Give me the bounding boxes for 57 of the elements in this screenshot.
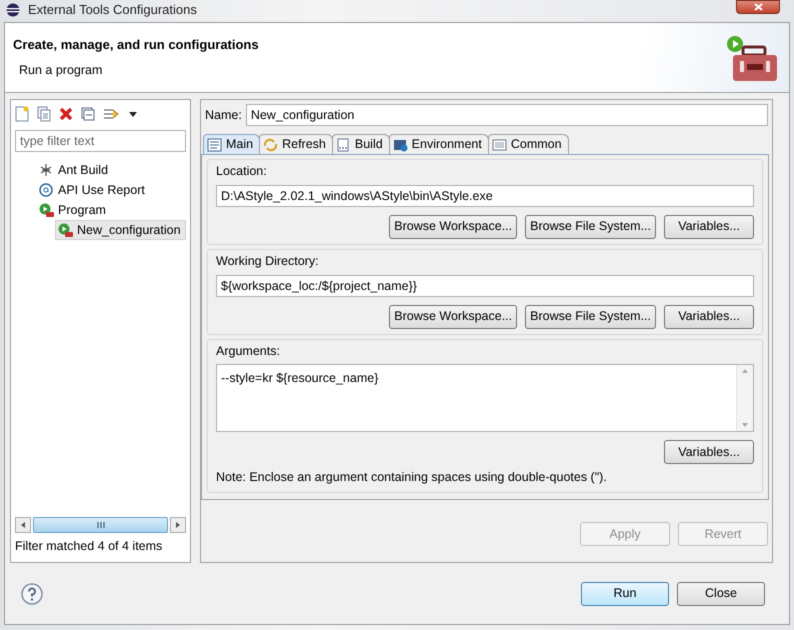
browse-button[interactable]: Browse File System... — [525, 304, 656, 328]
browse-button[interactable]: Browse Workspace... — [389, 304, 518, 328]
close-icon — [754, 3, 762, 11]
table-icon — [492, 138, 507, 152]
variables-button[interactable]: Variables... — [664, 304, 754, 328]
window-title: External Tools Configurations — [28, 1, 197, 20]
scroll-up-icon — [742, 369, 748, 374]
refresh-icon — [263, 138, 278, 152]
variables-button[interactable]: Variables... — [664, 214, 754, 239]
run-button[interactable]: Run — [581, 582, 669, 606]
scroll-left-icon — [21, 522, 25, 528]
browse-button[interactable]: Browse File System... — [525, 214, 656, 239]
help-icon — [21, 582, 43, 604]
ant-icon — [39, 163, 54, 177]
close-button[interactable]: Close — [677, 582, 765, 606]
note-text: Note: Enclose an argument containing spaces using double-quotes ("). — [216, 469, 608, 486]
document-icon — [207, 138, 222, 152]
variables-button[interactable]: Variables... — [664, 440, 754, 464]
name-field[interactable]: New_configuration — [246, 104, 768, 126]
tree-item[interactable]: Program — [37, 200, 186, 220]
run-program-icon — [58, 223, 73, 237]
tab[interactable]: Main — [203, 134, 260, 154]
tab[interactable]: Build — [332, 134, 390, 154]
tab[interactable]: Refresh — [259, 134, 333, 154]
run-program-icon — [39, 203, 54, 217]
filter-field[interactable]: type filter text — [15, 130, 186, 152]
tree-item[interactable]: Ant Build — [37, 160, 186, 180]
arguments-field[interactable]: --style=kr ${resource_name} — [216, 364, 754, 432]
eclipse-icon — [6, 3, 20, 17]
filter-icon — [103, 107, 121, 121]
browse-button[interactable]: Browse Workspace... — [389, 214, 518, 239]
new-document-icon — [15, 106, 29, 122]
tree-item[interactable]: New_configuration — [55, 220, 186, 240]
close-button[interactable] — [736, 0, 780, 14]
tab[interactable]: Common — [488, 134, 569, 154]
scroll-down-icon — [742, 423, 748, 428]
filter-status: Filter matched 4 of 4 items — [15, 538, 164, 556]
header-title: Create, manage, and run configurations — [13, 36, 260, 54]
at-sign-icon — [39, 183, 54, 197]
path-field[interactable]: D:\AStyle_2.02.1_windows\AStyle\bin\AStyle.exe — [216, 184, 754, 207]
path-field[interactable]: ${workspace_loc:/${project_name}} — [216, 274, 754, 296]
scroll-right-icon — [176, 522, 180, 528]
delete-icon — [59, 107, 73, 121]
tree-item[interactable]: API Use Report — [37, 180, 186, 200]
window-globe-icon — [392, 138, 408, 152]
name-label: Name: — [205, 106, 242, 124]
binary-file-icon — [336, 138, 351, 152]
group-label: Location: — [216, 163, 268, 180]
collapse-icon — [81, 107, 95, 121]
horizontal-scrollbar[interactable] — [15, 517, 186, 534]
group-label: Working Directory: — [216, 252, 320, 270]
grip-icon — [96, 522, 104, 528]
tab[interactable]: Environment — [388, 134, 489, 154]
dropdown-icon — [129, 112, 137, 116]
group-label: Arguments: — [216, 342, 281, 360]
copy-icon — [37, 106, 51, 122]
header-subtitle: Run a program — [18, 62, 104, 79]
